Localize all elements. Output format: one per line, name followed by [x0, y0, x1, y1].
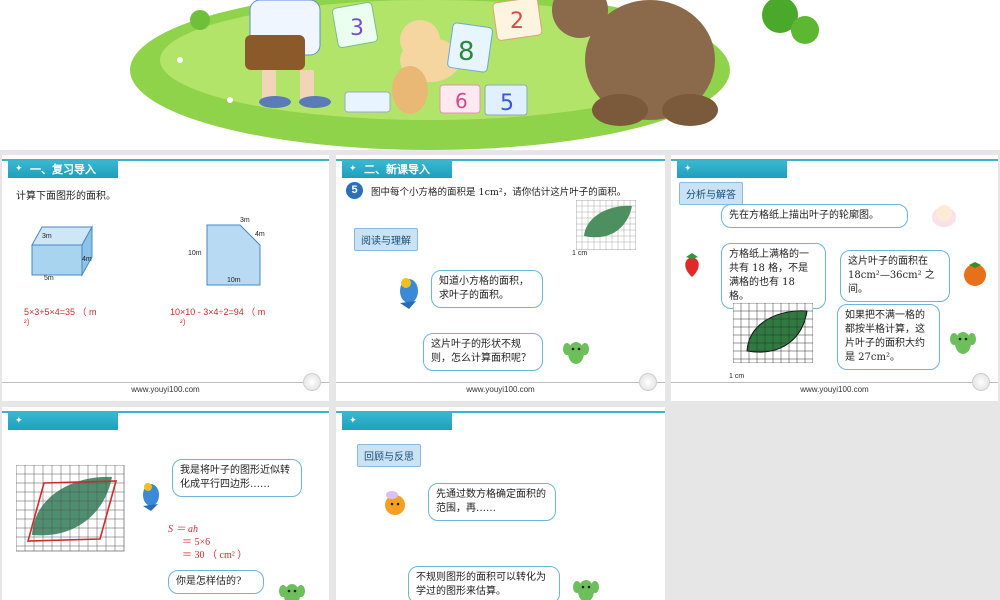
speech-bubble: 这片叶子的形状不规则，怎么计算面积呢？	[423, 333, 543, 371]
speech-bubble: 知道小方格的面积，求叶子的面积。	[431, 270, 543, 308]
slide-thumbnail-5[interactable]: ✦ 回顾与反思 先通过数方格确定面积的范围，再…… 不规则图形的面积可以转化为学…	[336, 407, 665, 600]
strawberry-icon	[685, 253, 699, 277]
dim-label: 3m	[240, 217, 250, 224]
star-icon: ✦	[15, 164, 23, 174]
slide-sorter: 3 8 6 5 2 ✦ 一、复习导入 计算下面图形的面积。 3m 4m 5m 3…	[0, 0, 1000, 600]
footer-divider	[336, 382, 665, 383]
grid-unit-label: 1 cm	[572, 250, 588, 257]
section-tag: ✦	[677, 161, 787, 178]
page-corner-icon	[639, 373, 657, 391]
footer-url: www.youyi100.com	[131, 385, 200, 394]
speech-bubble: 方格纸上满格的一共有 18 格，不是满格的也有 18 格。	[721, 243, 826, 309]
leaf-grid	[733, 303, 813, 363]
star-icon: ✦	[349, 416, 357, 426]
section-tag-label: 一、复习导入	[30, 163, 96, 176]
dim-label: 5m	[44, 275, 54, 282]
slide-thumbnail-1[interactable]: ✦ 一、复习导入 计算下面图形的面积。 3m 4m 5m 3m 4m 10m 10…	[2, 155, 329, 401]
section-tag: ✦	[342, 413, 452, 430]
banner-slide[interactable]: 3 8 6 5 2	[0, 0, 1000, 150]
formula-1-unit: ²）	[24, 318, 35, 327]
star-icon: ✦	[15, 416, 23, 426]
question-text: 图中每个小方格的面积是 1cm²，请你估计这片叶子的面积。	[371, 187, 627, 198]
cactus-character-icon	[279, 584, 305, 600]
dolphin-icon	[400, 278, 418, 309]
footer-url: www.youyi100.com	[466, 385, 535, 394]
speech-bubble: 这片叶子的面积在 18cm²—36cm² 之间。	[840, 250, 950, 302]
formula-1: 5×3+5×4=35 （ m	[24, 307, 97, 317]
banner-illustration: 3 8 6 5 2	[130, 0, 833, 150]
svg-text:6: 6	[455, 89, 468, 113]
dolphin-icon	[143, 483, 159, 511]
dim-label: 10m	[227, 277, 241, 284]
slide-thumbnail-2[interactable]: ✦ 二、新课导入 5 图中每个小方格的面积是 1cm²，请你估计这片叶子的面积。 …	[336, 155, 665, 401]
speech-bubble: 先通过数方格确定面积的范围，再……	[428, 483, 556, 521]
dim-label: 4m	[255, 231, 265, 238]
dim-label: 3m	[42, 233, 52, 240]
footer-divider	[671, 382, 998, 383]
baby-character-icon	[932, 205, 956, 227]
section-tag: ✦	[8, 413, 118, 430]
footer-url: www.youyi100.com	[800, 385, 869, 394]
dim-label: 4m	[82, 256, 92, 263]
cactus-character-icon	[573, 580, 599, 600]
footer-divider	[2, 382, 329, 383]
svg-text:8: 8	[458, 37, 475, 67]
speech-bubble: 你是怎样估的?	[168, 570, 264, 594]
instruction-text: 计算下面图形的面积。	[16, 191, 116, 202]
review-reflect-label: 回顾与反思	[357, 444, 421, 467]
page-corner-icon	[972, 373, 990, 391]
svg-text:3: 3	[350, 16, 364, 41]
page-corner-icon	[303, 373, 321, 391]
formula-2-unit: ²）	[180, 318, 191, 327]
star-icon: ✦	[349, 164, 357, 174]
slide-thumbnail-3[interactable]: ✦ 分析与解答 先在方格纸上描出叶子的轮廓图。 方格纸上满格的一共有 18 格，…	[671, 155, 998, 401]
analysis-label: 分析与解答	[679, 182, 743, 205]
cactus-character-icon	[563, 342, 589, 364]
parallelogram-grid	[16, 465, 125, 552]
section-tag-label: 二、新课导入	[364, 163, 430, 176]
speech-bubble: 先在方格纸上描出叶子的轮廓图。	[721, 204, 908, 228]
svg-text:2: 2	[510, 9, 524, 34]
formula-line-3: ＝ 30 （ cm² ）	[182, 550, 248, 561]
grid-unit-label: 1 cm	[729, 373, 745, 380]
question-number-badge: 5	[346, 182, 363, 199]
section-tag: ✦ 一、复习导入	[8, 161, 118, 178]
persimmon-icon	[964, 262, 986, 286]
speech-bubble: 我是将叶子的图形近似转化成平行四边形……	[172, 459, 302, 497]
cactus-character-icon	[950, 332, 976, 354]
speech-bubble: 不规则图形的面积可以转化为学过的图形来估算。	[408, 566, 560, 600]
bee-character-icon	[385, 491, 405, 515]
dim-label: 10m	[188, 250, 202, 257]
star-icon: ✦	[684, 164, 692, 174]
section-tag: ✦ 二、新课导入	[342, 161, 452, 178]
leaf-grid-small	[576, 200, 636, 250]
slide-thumbnail-4[interactable]: ✦ 我是将叶子的图形近似转化成平行四边形…… S ＝ ah ＝ 5×6 ＝ 30…	[2, 407, 329, 600]
speech-bubble: 如果把不满一格的都按半格计算，这片叶子的面积大约是 27cm²。	[837, 304, 940, 370]
read-understand-label: 阅读与理解	[354, 228, 418, 251]
svg-text:5: 5	[500, 91, 514, 116]
